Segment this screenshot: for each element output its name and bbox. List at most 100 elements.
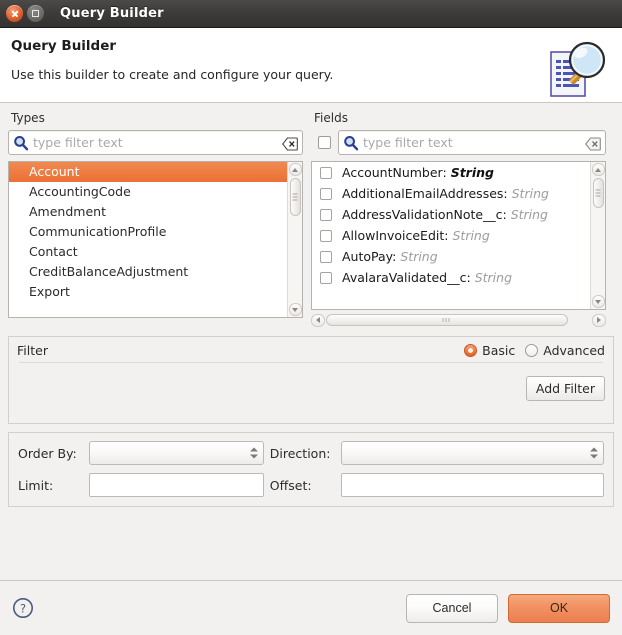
fields-panel: Fields type filter text AccountNumber: S… — [311, 111, 606, 327]
scroll-thumb[interactable] — [289, 178, 301, 216]
dialog-footer: ? Cancel OK — [0, 580, 622, 635]
types-search-input[interactable] — [33, 135, 280, 150]
radio-advanced-label: Advanced — [543, 343, 605, 358]
list-item[interactable]: Amendment — [9, 202, 287, 222]
window-title: Query Builder — [60, 6, 164, 21]
field-type: String — [400, 249, 438, 264]
cancel-button[interactable]: Cancel — [406, 593, 498, 623]
radio-basic[interactable]: Basic — [464, 343, 515, 358]
field-type: String — [450, 165, 494, 180]
types-label: Types — [11, 111, 45, 125]
query-builder-dialog: Query Builder Query Builder Use this bui… — [0, 0, 622, 635]
types-list-inner: Account AccountingCode Amendment Communi… — [9, 162, 287, 317]
maximize-icon[interactable] — [27, 5, 44, 22]
limit-label: Limit: — [18, 477, 54, 493]
search-icon — [13, 135, 29, 151]
scroll-track[interactable] — [592, 178, 604, 293]
order-by-label: Order By: — [18, 445, 77, 461]
fields-search-row — [311, 130, 606, 155]
list-item[interactable]: CommunicationProfile — [9, 222, 287, 242]
field-name: AddressValidationNote__c: — [342, 207, 507, 222]
scroll-thumb[interactable] — [326, 314, 568, 326]
close-icon[interactable] — [6, 5, 23, 22]
direction-select[interactable] — [340, 441, 604, 465]
lists-row: Types type filter text Account Accountin… — [8, 111, 614, 327]
ok-button[interactable]: OK — [508, 593, 610, 623]
list-item[interactable]: AutoPay: String — [312, 246, 590, 267]
search-icon — [343, 135, 359, 151]
filter-group-header: Filter Basic Advanced — [17, 343, 605, 362]
add-filter-wrapper: Add Filter — [525, 376, 605, 401]
field-checkbox[interactable] — [320, 187, 332, 200]
list-item[interactable]: Account — [9, 162, 287, 182]
field-name: AdditionalEmailAddresses: — [342, 186, 508, 201]
order-by-select[interactable] — [88, 441, 264, 465]
page-subtitle: Use this builder to create and configure… — [11, 67, 334, 82]
field-type: String — [510, 207, 548, 222]
types-search-box[interactable] — [8, 130, 303, 155]
field-name: AccountNumber: — [342, 165, 447, 180]
scroll-thumb[interactable] — [592, 178, 604, 208]
query-options-group: Order By: Direction: Limit: Offset: — [8, 432, 614, 507]
list-item[interactable]: AccountingCode — [9, 182, 287, 202]
fields-list-inner: AccountNumber: String AdditionalEmailAdd… — [312, 162, 590, 309]
list-item[interactable]: AccountNumber: String — [312, 162, 590, 183]
fields-vertical-scrollbar[interactable] — [590, 162, 605, 309]
field-checkbox[interactable] — [320, 208, 332, 221]
window-titlebar: Query Builder — [0, 0, 622, 28]
svg-text:?: ? — [20, 601, 26, 615]
scroll-left-icon[interactable] — [311, 313, 325, 327]
types-vertical-scrollbar[interactable] — [287, 162, 302, 317]
list-item[interactable]: AddressValidationNote__c: String — [312, 204, 590, 225]
add-filter-button[interactable]: Add Filter — [525, 376, 605, 401]
fields-search-input[interactable] — [363, 135, 583, 150]
field-name: AutoPay: — [342, 249, 397, 264]
dialog-header: Query Builder Use this builder to create… — [0, 28, 622, 103]
order-by-row: Order By: Direction: — [18, 441, 604, 465]
limit-input[interactable] — [88, 473, 264, 497]
offset-input[interactable] — [340, 473, 605, 497]
scroll-right-icon[interactable] — [592, 313, 606, 327]
fields-search-box[interactable] — [338, 130, 606, 155]
types-list[interactable]: Account AccountingCode Amendment Communi… — [8, 161, 303, 318]
scroll-down-icon[interactable] — [288, 303, 302, 316]
document-magnifier-icon — [549, 40, 611, 98]
field-checkbox[interactable] — [320, 229, 332, 242]
field-type: String — [452, 228, 490, 243]
list-item[interactable]: AvalaraValidated__c: String — [312, 267, 590, 288]
radio-advanced[interactable]: Advanced — [525, 343, 605, 358]
field-checkbox[interactable] — [320, 271, 332, 284]
scroll-down-icon[interactable] — [591, 295, 605, 308]
clear-icon[interactable] — [281, 136, 298, 151]
scroll-track[interactable] — [289, 178, 301, 301]
field-checkbox[interactable] — [320, 166, 332, 179]
radio-basic-label: Basic — [482, 343, 516, 358]
scroll-track[interactable] — [326, 314, 591, 326]
list-item[interactable]: CreditBalanceAdjustment — [9, 262, 287, 282]
radio-advanced-dot — [525, 344, 539, 357]
fields-label: Fields — [314, 111, 348, 125]
spinner-arrows-icon — [249, 447, 258, 459]
page-title: Query Builder — [11, 38, 117, 54]
fields-list[interactable]: AccountNumber: String AdditionalEmailAdd… — [311, 161, 606, 310]
scroll-up-icon[interactable] — [288, 163, 302, 176]
list-item[interactable]: Contact — [9, 242, 287, 262]
list-item[interactable]: AdditionalEmailAddresses: String — [312, 183, 590, 204]
spinner-arrows-icon — [589, 447, 598, 459]
limit-row: Limit: Offset: — [18, 473, 605, 497]
filter-body: Add Filter — [17, 363, 605, 415]
filter-label: Filter — [17, 343, 48, 358]
field-checkbox[interactable] — [320, 250, 332, 263]
clear-icon[interactable] — [584, 136, 601, 151]
field-name: AvalaraValidated__c: — [342, 270, 471, 285]
select-all-fields-checkbox[interactable] — [318, 136, 331, 149]
list-item[interactable]: Export — [9, 282, 287, 302]
scroll-up-icon[interactable] — [591, 163, 605, 176]
radio-basic-dot — [464, 344, 478, 357]
direction-label: Direction: — [269, 445, 331, 461]
filter-mode-radios: Basic Advanced — [464, 343, 605, 358]
list-item[interactable]: AllowInvoiceEdit: String — [312, 225, 590, 246]
help-icon[interactable]: ? — [12, 597, 34, 619]
field-type: String — [474, 270, 513, 285]
fields-horizontal-scrollbar[interactable] — [311, 313, 606, 327]
